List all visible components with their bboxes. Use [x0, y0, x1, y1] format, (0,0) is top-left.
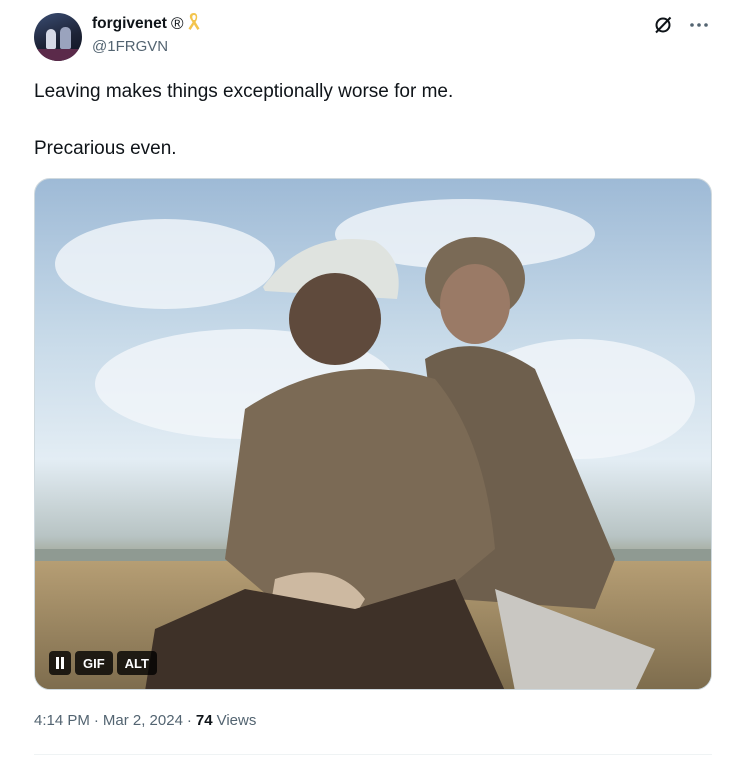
meta-separator: ·	[93, 712, 99, 729]
divider	[34, 754, 712, 755]
media-controls: GIF ALT	[49, 651, 157, 675]
display-name[interactable]: forgivenet	[92, 15, 167, 33]
avatar-ground	[34, 49, 82, 61]
media-gif[interactable]: GIF ALT	[34, 178, 712, 690]
riders-illustration	[145, 237, 655, 689]
author-handle[interactable]: @1FRGVN	[92, 38, 168, 55]
meta-separator: ·	[186, 712, 192, 729]
awareness-ribbon-icon	[187, 12, 201, 37]
avatar-figure	[46, 29, 56, 49]
gif-badge[interactable]: GIF	[75, 651, 113, 675]
pause-icon[interactable]	[49, 651, 71, 675]
tweet-line: Leaving makes things exceptionally worse…	[34, 81, 454, 102]
more-dots-icon[interactable]	[686, 12, 712, 38]
grok-slash-icon[interactable]	[650, 12, 676, 38]
tweet-text: Leaving makes things exceptionally worse…	[34, 78, 694, 162]
tweet-meta: 4:14 PM · Mar 2, 2024 · 74 Views	[34, 712, 256, 729]
avatar-figure	[60, 27, 71, 49]
tweet-date[interactable]: Mar 2, 2024	[103, 712, 183, 729]
tweet-line: Precarious even.	[34, 138, 177, 159]
avatar[interactable]	[34, 13, 82, 61]
tweet-actions-top	[650, 12, 712, 38]
views-count: 74	[195, 712, 213, 729]
alt-badge[interactable]: ALT	[116, 651, 157, 675]
author-name-row: forgivenet ®	[92, 12, 201, 37]
registered-mark: ®	[170, 14, 184, 33]
views-label: Views	[216, 712, 257, 729]
tweet-time[interactable]: 4:14 PM	[34, 712, 90, 729]
